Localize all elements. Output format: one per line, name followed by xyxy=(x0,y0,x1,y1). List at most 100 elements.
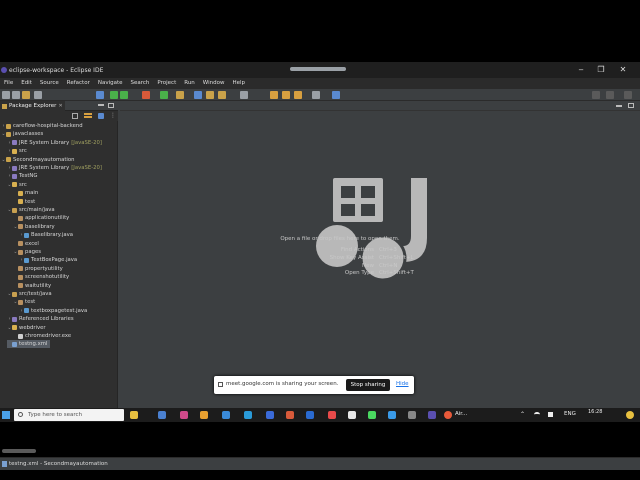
app-icon[interactable] xyxy=(408,411,416,419)
tree-item[interactable]: testng.xml xyxy=(7,340,51,349)
toolbar-button-icon[interactable] xyxy=(96,91,104,99)
clock[interactable]: 16:28 xyxy=(588,409,602,415)
toolbar-button-icon[interactable] xyxy=(120,91,128,99)
horizontal-scrollbar[interactable] xyxy=(2,449,36,453)
tree-item[interactable]: › Baselibrary.java xyxy=(19,231,73,239)
tree-item[interactable]: › src xyxy=(7,147,27,155)
drag-handle[interactable] xyxy=(290,67,346,71)
toolbar-button-icon[interactable] xyxy=(240,91,248,99)
app-icon[interactable] xyxy=(180,411,188,419)
toolbar-button-icon[interactable] xyxy=(160,91,168,99)
shortcut-label[interactable]: Show Key Assist xyxy=(330,255,374,262)
linkedin-icon[interactable] xyxy=(306,411,314,419)
toolbar-button-icon[interactable] xyxy=(270,91,278,99)
minimize-button[interactable]: ‒ xyxy=(574,64,588,76)
shortcut-label[interactable]: New xyxy=(362,263,374,270)
chrome-icon[interactable] xyxy=(348,411,356,419)
menu-source[interactable]: Source xyxy=(36,78,63,89)
tree-item[interactable]: › careflow-hospital-backend xyxy=(1,122,83,130)
toolbar-button-icon[interactable] xyxy=(34,91,42,99)
tree-item[interactable]: ⌄ baselibrary xyxy=(13,223,54,231)
file-explorer-icon[interactable] xyxy=(200,411,208,419)
minimize-editor-icon[interactable] xyxy=(616,105,622,107)
close-button[interactable]: ✕ xyxy=(616,64,630,76)
perspective-icon[interactable] xyxy=(624,91,632,99)
view-menu-icon[interactable]: ⋮ xyxy=(110,112,116,119)
toolbar-button-icon[interactable] xyxy=(110,91,118,99)
tab-package-explorer[interactable]: Package Explorer ✕ xyxy=(0,101,65,111)
notification-icon[interactable] xyxy=(626,411,634,419)
telegram-icon[interactable] xyxy=(244,411,252,419)
tree-item[interactable]: ⌄ src xyxy=(7,181,26,189)
volume-icon[interactable] xyxy=(548,412,553,417)
close-icon[interactable]: ✕ xyxy=(58,101,62,111)
minimize-view-icon[interactable] xyxy=(98,104,104,106)
task-view-icon[interactable] xyxy=(158,411,166,419)
network-icon[interactable] xyxy=(534,412,540,417)
toolbar-button-icon[interactable] xyxy=(294,91,302,99)
collapse-all-icon[interactable] xyxy=(72,113,78,119)
toolbar-button-icon[interactable] xyxy=(282,91,290,99)
edge-icon[interactable] xyxy=(222,411,230,419)
tree-item[interactable]: main xyxy=(13,189,38,197)
tree-item[interactable]: ⌄ javaclasses xyxy=(1,130,43,138)
youtube-icon[interactable] xyxy=(328,411,336,419)
perspective-icon[interactable] xyxy=(606,91,614,99)
menu-run[interactable]: Run xyxy=(180,78,199,89)
tree-item[interactable]: waitutility xyxy=(13,282,51,290)
menu-help[interactable]: Help xyxy=(228,78,249,89)
hide-link[interactable]: Hide xyxy=(396,381,409,387)
menu-window[interactable]: Window xyxy=(199,78,229,89)
tree-item[interactable]: ⌄ test xyxy=(13,298,35,306)
tree-item[interactable]: test xyxy=(13,198,35,206)
app-icon[interactable] xyxy=(266,411,274,419)
tree-item[interactable]: excel xyxy=(13,240,39,248)
menu-search[interactable]: Search xyxy=(127,78,154,89)
tree-item[interactable]: screenshotutility xyxy=(13,273,69,281)
toolbar-button-icon[interactable] xyxy=(2,91,10,99)
tree-item[interactable]: ⌄ src/main/java xyxy=(7,206,54,214)
app-icon[interactable] xyxy=(286,411,294,419)
tree-item[interactable]: › Referenced Libraries xyxy=(7,315,74,323)
toolbar-button-icon[interactable] xyxy=(332,91,340,99)
menu-project[interactable]: Project xyxy=(153,78,180,89)
toolbar-button-icon[interactable] xyxy=(312,91,320,99)
tray-chevron-icon[interactable]: ⌃ xyxy=(520,411,525,418)
tree-item[interactable]: applicationutility xyxy=(13,214,69,222)
toolbar-button-icon[interactable] xyxy=(22,91,30,99)
taskbar-search-box[interactable]: Type here to search xyxy=(14,409,124,421)
toolbar-button-icon[interactable] xyxy=(12,91,20,99)
menu-refactor[interactable]: Refactor xyxy=(63,78,94,89)
title-bar[interactable]: eclipse-workspace - Eclipse IDE ‒ ❐ ✕ xyxy=(0,62,640,78)
language-indicator[interactable]: ENG xyxy=(564,411,576,417)
weather-text[interactable]: Air... xyxy=(455,411,467,417)
tree-item[interactable]: › TextBoxPage.java xyxy=(19,256,78,264)
tree-item[interactable]: › JRE System Library [JavaSE-20] xyxy=(7,139,102,147)
tree-item[interactable]: › TestNG xyxy=(7,172,38,180)
toolbar-button-icon[interactable] xyxy=(206,91,214,99)
shortcut-label[interactable]: Open Type xyxy=(345,270,374,277)
tree-item[interactable]: › JRE System Library [JavaSE-20] xyxy=(7,164,102,172)
tree-item[interactable]: ⌄ Secondmayautomation xyxy=(1,156,74,164)
menu-navigate[interactable]: Navigate xyxy=(94,78,127,89)
toolbar-button-icon[interactable] xyxy=(142,91,150,99)
link-with-editor-icon[interactable] xyxy=(84,113,92,118)
widgets-icon[interactable] xyxy=(130,411,138,419)
tree-item[interactable]: ⌄ src/test/java xyxy=(7,290,51,298)
tree-item[interactable]: propertyutility xyxy=(13,265,63,273)
tree-item[interactable]: ⌄ pages xyxy=(13,248,41,256)
app-icon[interactable] xyxy=(388,411,396,419)
stop-sharing-button[interactable]: Stop sharing xyxy=(346,379,390,391)
toolbar-button-icon[interactable] xyxy=(176,91,184,99)
whatsapp-icon[interactable] xyxy=(368,411,376,419)
filter-icon[interactable] xyxy=(98,113,104,119)
menu-edit[interactable]: Edit xyxy=(17,78,36,89)
eclipse-taskbar-icon[interactable] xyxy=(428,411,436,419)
maximize-editor-icon[interactable] xyxy=(628,103,634,108)
menu-file[interactable]: File xyxy=(0,78,17,89)
shortcut-label[interactable]: Find Actions xyxy=(341,247,374,254)
toolbar-button-icon[interactable] xyxy=(218,91,226,99)
toolbar-button-icon[interactable] xyxy=(194,91,202,99)
windows-start-icon[interactable] xyxy=(2,411,10,419)
maximize-view-icon[interactable] xyxy=(108,103,114,108)
